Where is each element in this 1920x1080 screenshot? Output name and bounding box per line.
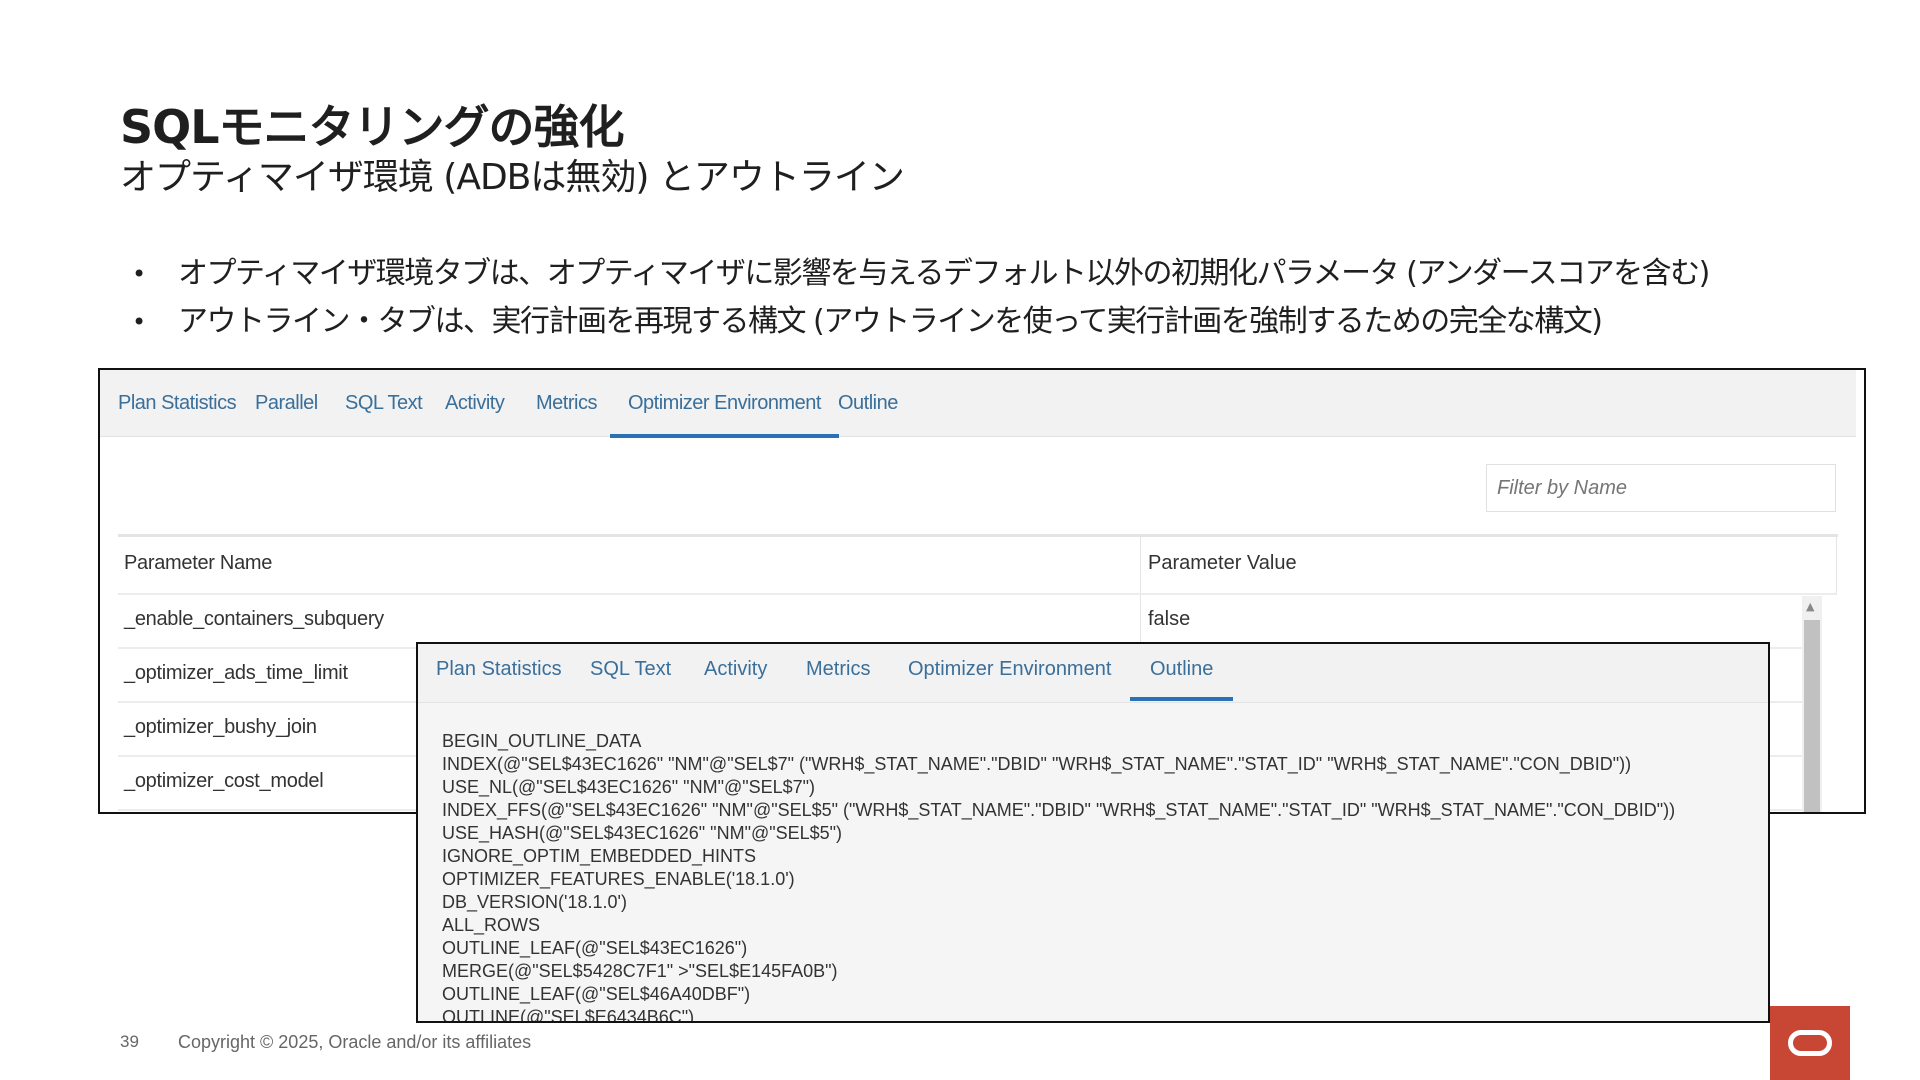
parameter-name-cell: _optimizer_ads_time_limit [124,662,348,684]
tab-bar: Plan Statistics SQL Text Activity Metric… [418,644,1768,703]
bullet-list: • オプティマイザ環境タブは、オプティマイザに影響を与えるデフォルト以外の初期化パ… [132,250,1710,346]
parameter-value-cell: false [1148,608,1191,630]
tab-parallel[interactable]: Parallel [255,392,318,415]
page-number: 39 [120,1032,139,1051]
slide-title: SQLモニタリングの強化 [120,100,625,154]
filter-by-name-input[interactable] [1486,464,1836,512]
bullet-text: アウトライン・タブは、実行計画を再現する構文 (アウトラインを使って実行計画を強… [178,304,1603,339]
outline-screenshot: Plan Statistics SQL Text Activity Metric… [416,642,1770,1023]
tab-metrics[interactable]: Metrics [536,392,597,415]
tab-optimizer-environment[interactable]: Optimizer Environment [610,392,839,438]
tab-metrics[interactable]: Metrics [806,658,870,681]
tab-outline[interactable]: Outline [838,392,898,415]
bullet-item: • オプティマイザ環境タブは、オプティマイザに影響を与えるデフォルト以外の初期化パ… [132,250,1710,298]
column-header-parameter-name[interactable]: Parameter Name [124,552,272,575]
scroll-thumb[interactable] [1804,620,1820,812]
table-row[interactable]: _enable_containers_subquery false [118,593,1814,649]
bullet-dot-icon: • [132,308,146,336]
tab-bar: Plan Statistics Parallel SQL Text Activi… [100,370,1856,438]
tab-optimizer-environment[interactable]: Optimizer Environment [908,658,1111,681]
tab-sql-text[interactable]: SQL Text [345,392,423,415]
bullet-item: • アウトライン・タブは、実行計画を再現する構文 (アウトラインを使って実行計画を… [132,298,1709,346]
bullet-dot-icon: • [132,260,146,288]
table-header: Parameter Name Parameter Value [118,537,1837,595]
scroll-up-arrow-icon[interactable]: ▲ [1806,600,1814,613]
parameter-name-cell: _optimizer_cost_model [124,770,324,792]
column-header-parameter-value[interactable]: Parameter Value [1148,552,1297,575]
tab-plan-statistics[interactable]: Plan Statistics [118,392,237,415]
table-scrollbar[interactable]: ▲ [1802,596,1822,812]
slide-subtitle: オプティマイザ環境 (ADBは無効) とアウトライン [120,157,905,198]
oracle-ring-icon [1788,1030,1832,1056]
outline-code-block: BEGIN_OUTLINE_DATA INDEX(@"SEL$43EC1626"… [442,731,1676,1023]
parameter-name-cell: _enable_containers_subquery [124,608,384,630]
parameter-name-cell: _optimizer_bushy_join [124,716,317,738]
tab-outline[interactable]: Outline [1129,658,1234,701]
copyright-text: Copyright © 2025, Oracle and/or its affi… [178,1032,532,1052]
tab-activity[interactable]: Activity [445,392,505,415]
tab-sql-text[interactable]: SQL Text [590,658,671,681]
tab-plan-statistics[interactable]: Plan Statistics [436,658,562,681]
oracle-logo-icon [1770,1006,1850,1080]
bullet-text: オプティマイザ環境タブは、オプティマイザに影響を与えるデフォルト以外の初期化パラ… [178,256,1710,291]
tab-activity[interactable]: Activity [704,658,767,681]
